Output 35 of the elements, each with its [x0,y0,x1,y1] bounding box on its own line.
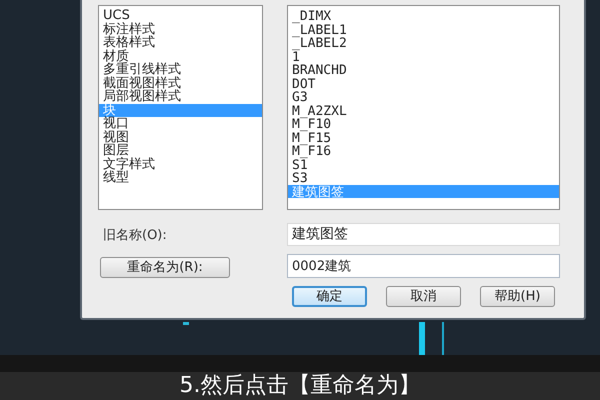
dialog-button[interactable]: 确定 [292,286,367,307]
list-item[interactable]: DOT [288,76,559,90]
list-item[interactable]: 多重引线样式 [99,63,262,76]
list-item[interactable]: S1 [288,158,559,171]
dialog-button[interactable]: 取消 [386,286,461,307]
subtitle-text: 5.然后点击【重命名为】 [180,373,420,399]
new-name-field[interactable]: 0002建筑 [287,254,560,278]
old-name-label: 旧名称(O): [103,228,167,243]
list-item[interactable]: 标注样式 [99,22,262,36]
list-item[interactable]: 表格样式 [99,36,262,50]
list-item[interactable]: _LABEL1 [288,22,559,36]
list-item[interactable]: M_A2ZXL [288,104,559,117]
list-item[interactable]: 局部视图样式 [99,90,262,104]
list-item[interactable]: S3 [288,171,559,184]
list-item[interactable]: 图层 [99,144,262,158]
list-item[interactable]: 材质 [99,50,262,63]
list-item[interactable]: 视口 [99,117,262,130]
list-box[interactable]: _DIMX _LABEL1 _LABEL2 1 BRANCHD DOT G3 M_A2ZXL M_F10 M_F15 M_F16 S1 S3 建筑图签 [287,5,560,210]
list-item[interactable]: BRANCHD [288,63,559,76]
list-item[interactable]: 1 [288,50,559,63]
list-box[interactable]: UCS 标注样式 表格样式 材质 多重引线样式 截面视图样式 局部视图样式 块 视口 视图 图层 文字样式 线型 [98,5,263,210]
list-item[interactable]: G3 [288,90,559,104]
list-item[interactable]: M_F10 [288,117,559,130]
list-item[interactable]: 截面视图样式 [99,76,262,90]
list-item[interactable]: 线型 [99,171,262,184]
list-item[interactable]: _DIMX [288,9,559,22]
list-item[interactable]: M_F16 [288,144,559,158]
old-name-field: 建筑图签 [287,222,560,246]
list-item[interactable]: 文字样式 [99,158,262,171]
dialog-button[interactable]: 帮助(H) [480,286,555,307]
rename-button[interactable]: 重命名为(R): [100,257,230,278]
list-item[interactable]: UCS [99,9,262,22]
list-item[interactable]: _LABEL2 [288,36,559,50]
list-item[interactable]: M_F15 [288,130,559,144]
list-item[interactable]: 视图 [99,130,262,144]
